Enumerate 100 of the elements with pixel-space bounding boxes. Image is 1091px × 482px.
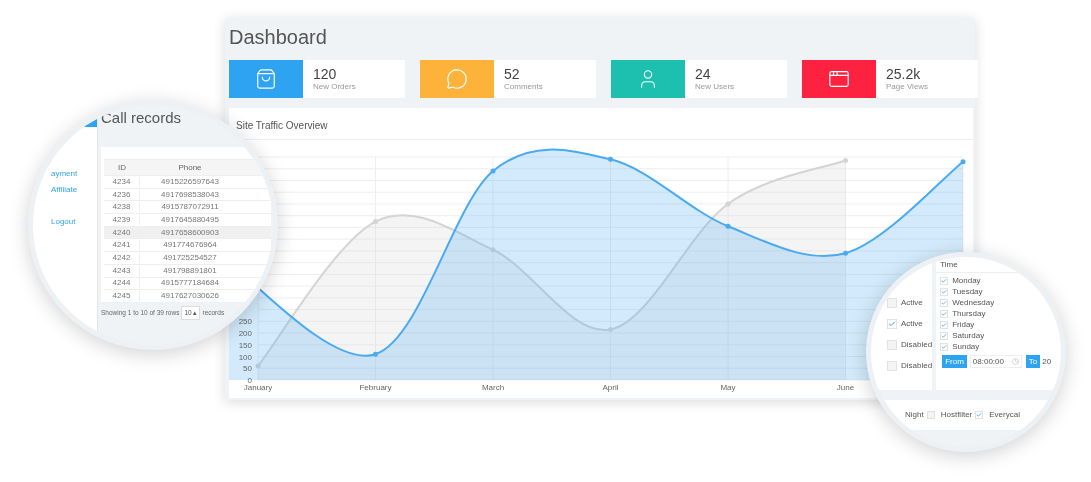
checkbox[interactable] <box>887 319 897 329</box>
checkbox[interactable] <box>940 299 949 307</box>
table-cell-text: 4917627030626 <box>160 291 220 302</box>
time-input[interactable]: 08:00:00 <box>969 355 1022 368</box>
y-tick-label: 100 <box>238 352 252 362</box>
checkbox[interactable] <box>940 332 949 340</box>
table-row[interactable]: 4241 491774676964 <box>104 238 271 252</box>
y-tick-label: 150 <box>238 340 252 350</box>
data-point <box>608 327 613 333</box>
data-point <box>725 223 731 229</box>
table-cell-text: 4915226597643 <box>160 176 220 187</box>
filter-label: Everycal <box>989 409 1020 421</box>
filter-label: Night <box>905 409 924 421</box>
x-tick-label: January <box>243 383 273 392</box>
table-cell: 4238 <box>104 202 140 213</box>
data-point <box>373 219 378 225</box>
speech-bubble-icon <box>446 68 468 90</box>
status-label: Disabled <box>901 360 933 372</box>
from-button[interactable]: From <box>942 355 967 368</box>
table-cell: 4236 <box>104 189 140 200</box>
table-cell-text: 4915777184684 <box>160 278 220 289</box>
data-point <box>490 168 496 174</box>
status-label: Disabled <box>901 339 933 351</box>
table-cell-text: 491798891801 <box>162 265 218 276</box>
stat-label: Comments <box>504 81 543 92</box>
table-cell: 4240 <box>104 227 140 238</box>
filter-label: Hostfilter <box>940 409 973 421</box>
browser-window-icon <box>828 68 850 90</box>
x-tick-label: April <box>602 383 619 392</box>
table-row[interactable]: 4239 4917645880495 <box>104 213 271 226</box>
status-label: Active <box>901 318 923 330</box>
y-tick-label: 50 <box>243 364 252 374</box>
checkbox[interactable] <box>940 343 949 351</box>
clock-icon <box>1011 358 1019 365</box>
time-input[interactable]: 20 <box>1042 355 1052 368</box>
data-point <box>960 159 966 165</box>
stat-value: 120 <box>313 66 338 82</box>
table-cell: 4241 <box>104 240 140 251</box>
day-label: Wednesday <box>952 298 995 308</box>
stat-label: New Users <box>695 81 735 92</box>
table-cell: 4239 <box>104 214 140 225</box>
x-tick-label: June <box>836 383 855 392</box>
x-tick-label: May <box>720 383 736 392</box>
data-point <box>725 201 731 207</box>
table-cell-text: 4917698538043 <box>160 189 220 200</box>
checkbox[interactable] <box>975 411 984 419</box>
table-cell-text: 4917658600903 <box>160 227 220 238</box>
day-label: Friday <box>952 320 975 330</box>
day-label: Tuesday <box>952 287 983 297</box>
stat-label: New Orders <box>313 81 356 92</box>
checkbox[interactable] <box>940 277 949 285</box>
y-tick-label: 0 <box>247 376 252 385</box>
stat-label: Page Views <box>886 81 929 92</box>
day-label: Thursday <box>952 309 986 319</box>
shopping-bag-icon <box>255 68 277 90</box>
checkbox[interactable] <box>887 340 897 350</box>
checkbox[interactable] <box>887 298 897 308</box>
table-cell: 4243 <box>104 265 140 276</box>
checkbox[interactable] <box>940 310 949 318</box>
table-cell-text: 491725254527 <box>162 252 218 263</box>
table-cell: 4234 <box>104 176 140 187</box>
stat-value: 25.2k <box>886 66 922 82</box>
stat-value: 24 <box>695 66 712 82</box>
data-point <box>843 250 848 256</box>
table-cell-text: 4917645880495 <box>160 214 220 225</box>
data-point <box>843 158 848 163</box>
y-tick-label: 250 <box>238 317 252 327</box>
y-tick-label: 200 <box>238 329 252 339</box>
column-header: ID <box>117 161 127 174</box>
check-icon <box>976 411 983 419</box>
table-cell: 4242 <box>104 252 140 263</box>
checkbox[interactable] <box>940 288 949 296</box>
checkbox[interactable] <box>926 411 935 419</box>
status-label: Active <box>901 297 923 309</box>
x-tick-label: February <box>359 383 392 392</box>
day-label: Monday <box>952 276 981 286</box>
sidebar-link[interactable]: ayment <box>51 169 97 179</box>
data-point <box>255 363 261 369</box>
table-cell-text: 491774676964 <box>162 240 218 251</box>
table-row[interactable]: 4242 491725254527 <box>104 251 271 264</box>
sidebar-link[interactable]: Affiliate <box>51 185 97 195</box>
checkbox[interactable] <box>887 361 897 371</box>
data-point <box>608 156 613 162</box>
x-tick-label: March <box>481 383 505 392</box>
sidebar-link[interactable]: Logout <box>51 217 97 227</box>
check-icon <box>888 320 896 328</box>
table-row[interactable]: 4238 4915787072911 <box>104 200 271 214</box>
data-point <box>373 351 378 357</box>
panel-title: Time <box>936 257 1061 273</box>
stat-value: 52 <box>504 66 521 82</box>
checkbox[interactable] <box>940 321 949 329</box>
table-cell-text: 4915787072911 <box>160 202 220 213</box>
table-cell: 4244 <box>104 278 140 289</box>
to-button[interactable]: To <box>1025 355 1041 368</box>
day-label: Sunday <box>952 342 980 352</box>
page-title: Dashboard <box>229 25 328 49</box>
table-cell: 4245 <box>104 291 140 302</box>
day-label: Saturday <box>952 331 985 341</box>
data-point <box>490 247 496 253</box>
column-header: Phone <box>177 161 203 174</box>
